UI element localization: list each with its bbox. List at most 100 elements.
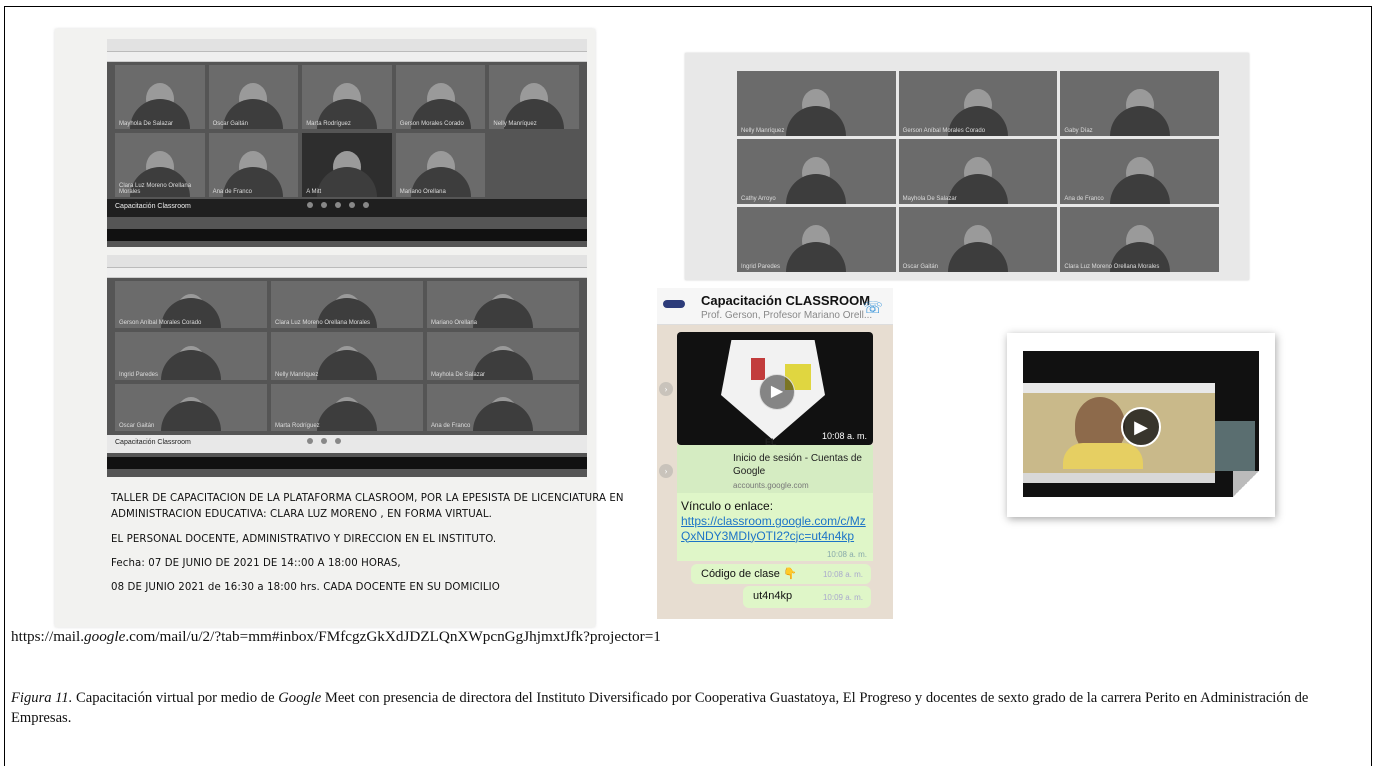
- message-time: 10:09 a. m.: [822, 593, 863, 602]
- participant-name: Clara Luz Moreno Orellana Morales: [1064, 264, 1160, 270]
- participant-body: [1063, 443, 1143, 469]
- participant-tile: Oscar Gaitán: [115, 383, 267, 431]
- video-grid: Nelly Manríquez Gerson Aníbal Morales Cor…: [737, 71, 1219, 272]
- browser-tabs-bar: [107, 39, 587, 52]
- participant-tile: Mayhola De Salazar: [115, 65, 205, 129]
- participant-tile: Ana de Franco: [1060, 139, 1219, 204]
- back-icon[interactable]: [663, 300, 685, 308]
- caption-label: Figura 11.: [11, 690, 73, 706]
- participant-tile: Mariano Orellana: [427, 281, 579, 329]
- participant-name: Clara Luz Moreno Orellana Morales: [119, 183, 192, 195]
- participant-tile: Marta Rodríguez: [302, 65, 392, 129]
- participant-tile: Gerson Morales Corado: [395, 65, 486, 129]
- participant-name: Ingrid Paredes: [119, 371, 159, 378]
- source-url-prefix: https://mail.: [11, 628, 84, 645]
- participant-name: A Mitt: [306, 189, 322, 195]
- meet-grid-photo: Nelly Manríquez Gerson Aníbal Morales Cor…: [685, 53, 1249, 280]
- participant-body: [1109, 174, 1170, 204]
- page-curl-icon: [1233, 471, 1259, 497]
- figure-caption: Figura 11. Capacitación virtual por medi…: [11, 688, 1363, 728]
- participant-body: [947, 174, 1008, 204]
- chat-name: Capacitación CLASSROOM: [701, 293, 871, 308]
- browser-bar: [1023, 383, 1215, 393]
- participant-body: [947, 242, 1008, 272]
- class-code-message: ut4n4kp 10:09 a. m.: [743, 586, 871, 608]
- caption-italic: Google: [278, 690, 322, 706]
- participant-name: Nelly Manríquez: [275, 371, 319, 378]
- participant-tile: Ingrid Paredes: [115, 332, 267, 380]
- participant-name: Marta Rodríguez: [306, 121, 351, 127]
- meet-controls-bar: Capacitación Classroom: [107, 435, 587, 453]
- participant-tile: Ana de Franco: [208, 133, 299, 197]
- participant-body: [786, 106, 847, 136]
- figure-frame: Mayhola De Salazar Oscar Gaitán Marta Rodr…: [4, 6, 1372, 766]
- video-thumbnail[interactable]: ▶: [1023, 351, 1259, 497]
- link-preview[interactable]: Inicio de sesión - Cuentas de Google acc…: [677, 445, 873, 493]
- video-thumbnail-card: ▶: [1007, 333, 1275, 517]
- meet-screenshot-top: Mayhola De Salazar Oscar Gaitán Marta Rodr…: [107, 39, 587, 247]
- add-call-icon[interactable]: ☏: [863, 298, 883, 317]
- participant-tile: A Mitt: [302, 133, 392, 197]
- participant-tile: Clara Luz Moreno Orellana Morales: [271, 281, 423, 329]
- participant-name: Mayhola De Salazar: [431, 371, 486, 378]
- participant-body: [786, 174, 847, 204]
- participant-tile: Mayhola De Salazar: [898, 139, 1058, 204]
- browser-address-bar: [107, 268, 587, 278]
- class-code-label: Código de clase 👇: [701, 568, 797, 580]
- participant-body: [473, 400, 533, 431]
- class-code-label-message: Código de clase 👇 10:08 a. m.: [691, 564, 871, 584]
- participant-name: Clara Luz Moreno Orellana Morales: [275, 320, 371, 327]
- forward-icon[interactable]: ›: [659, 464, 673, 478]
- windows-taskbar: [107, 229, 587, 241]
- participant-tile: Nelly Manríquez: [737, 71, 896, 136]
- source-url-suffix: .com/mail/u/2/?tab=mm#inbox/FMfcgzGkXdJD…: [125, 628, 661, 645]
- participant-name: Mayhola De Salazar: [119, 121, 174, 127]
- participant-name: Nelly Manríquez: [493, 121, 537, 127]
- play-icon[interactable]: ▶: [759, 374, 795, 410]
- participant-tile: Ana de Franco: [427, 383, 579, 431]
- participant-tile: Gerson Aníbal Morales Corado: [115, 281, 267, 329]
- participant-name: Gerson Morales Corado: [399, 121, 464, 127]
- side-participant: [1215, 421, 1255, 471]
- participant-name: Mariano Orellana: [399, 189, 446, 195]
- link-preview-domain: accounts.google.com: [733, 481, 809, 490]
- participant-name: Gaby Díaz: [1064, 128, 1093, 134]
- link-message: Vínculo o enlace: https://classroom.goog…: [677, 493, 873, 561]
- participant-tile: Oscar Gaitán: [208, 65, 299, 129]
- taskbar: [1023, 473, 1215, 483]
- meet-screenshot-bottom: Gerson Aníbal Morales Corado Clara Luz Mo…: [107, 255, 587, 477]
- participant-tile: Nelly Manríquez: [489, 65, 579, 129]
- participant-name: Gerson Aníbal Morales Corado: [119, 320, 202, 327]
- play-icon[interactable]: ▶: [1121, 407, 1161, 447]
- link-label: Vínculo o enlace:: [681, 499, 774, 513]
- paper-text-p2: EL PERSONAL DOCENTE, ADMINISTRATIVO Y DI…: [111, 533, 497, 545]
- participant-body: [316, 167, 377, 197]
- participant-name: Ana de Franco: [212, 189, 252, 195]
- meet-control-icons: [307, 438, 341, 444]
- video-grid: Gerson Aníbal Morales Corado Clara Luz Mo…: [115, 281, 579, 431]
- paper-text-p1: TALLER DE CAPACITACION DE LA PLATAFORMA …: [111, 493, 624, 521]
- participant-body: [161, 400, 221, 431]
- participant-name: Mayhola De Salazar: [902, 196, 957, 202]
- paper-text: TALLER DE CAPACITACION DE LA PLATAFORMA …: [111, 491, 631, 605]
- participant-tile: Clara Luz Moreno Orellana Morales: [1060, 207, 1219, 272]
- participant-name: Nelly Manríquez: [741, 128, 785, 134]
- meet-title: Capacitación Classroom: [115, 439, 191, 446]
- participant-name: Ana de Franco: [431, 422, 471, 429]
- participant-name: Ana de Franco: [1064, 196, 1104, 202]
- meet-title: Capacitación Classroom: [115, 203, 191, 210]
- video-message[interactable]: ▶ EL 10:08 a. m.: [677, 332, 873, 447]
- chat-header: Capacitación CLASSROOM Prof. Gerson, Pro…: [657, 288, 893, 325]
- browser-address-bar: [107, 52, 587, 62]
- forward-icon[interactable]: ›: [659, 382, 673, 396]
- classroom-link[interactable]: https://classroom.google.com/c/MzQxNDY3M…: [681, 514, 873, 543]
- chat-members: Prof. Gerson, Profesor Mariano Orell...: [701, 310, 873, 321]
- participant-tile: Clara Luz Moreno Orellana Morales: [115, 133, 205, 197]
- participant-body: [1109, 106, 1170, 136]
- video-grid: Mayhola De Salazar Oscar Gaitán Marta Rodr…: [115, 65, 579, 197]
- participant-tile: Gaby Díaz: [1060, 71, 1219, 136]
- participant-name: Oscar Gaitán: [119, 422, 155, 429]
- participant-body: [317, 400, 377, 431]
- recorded-screen: [1023, 383, 1215, 483]
- participant-name: Mariano Orellana: [431, 320, 478, 327]
